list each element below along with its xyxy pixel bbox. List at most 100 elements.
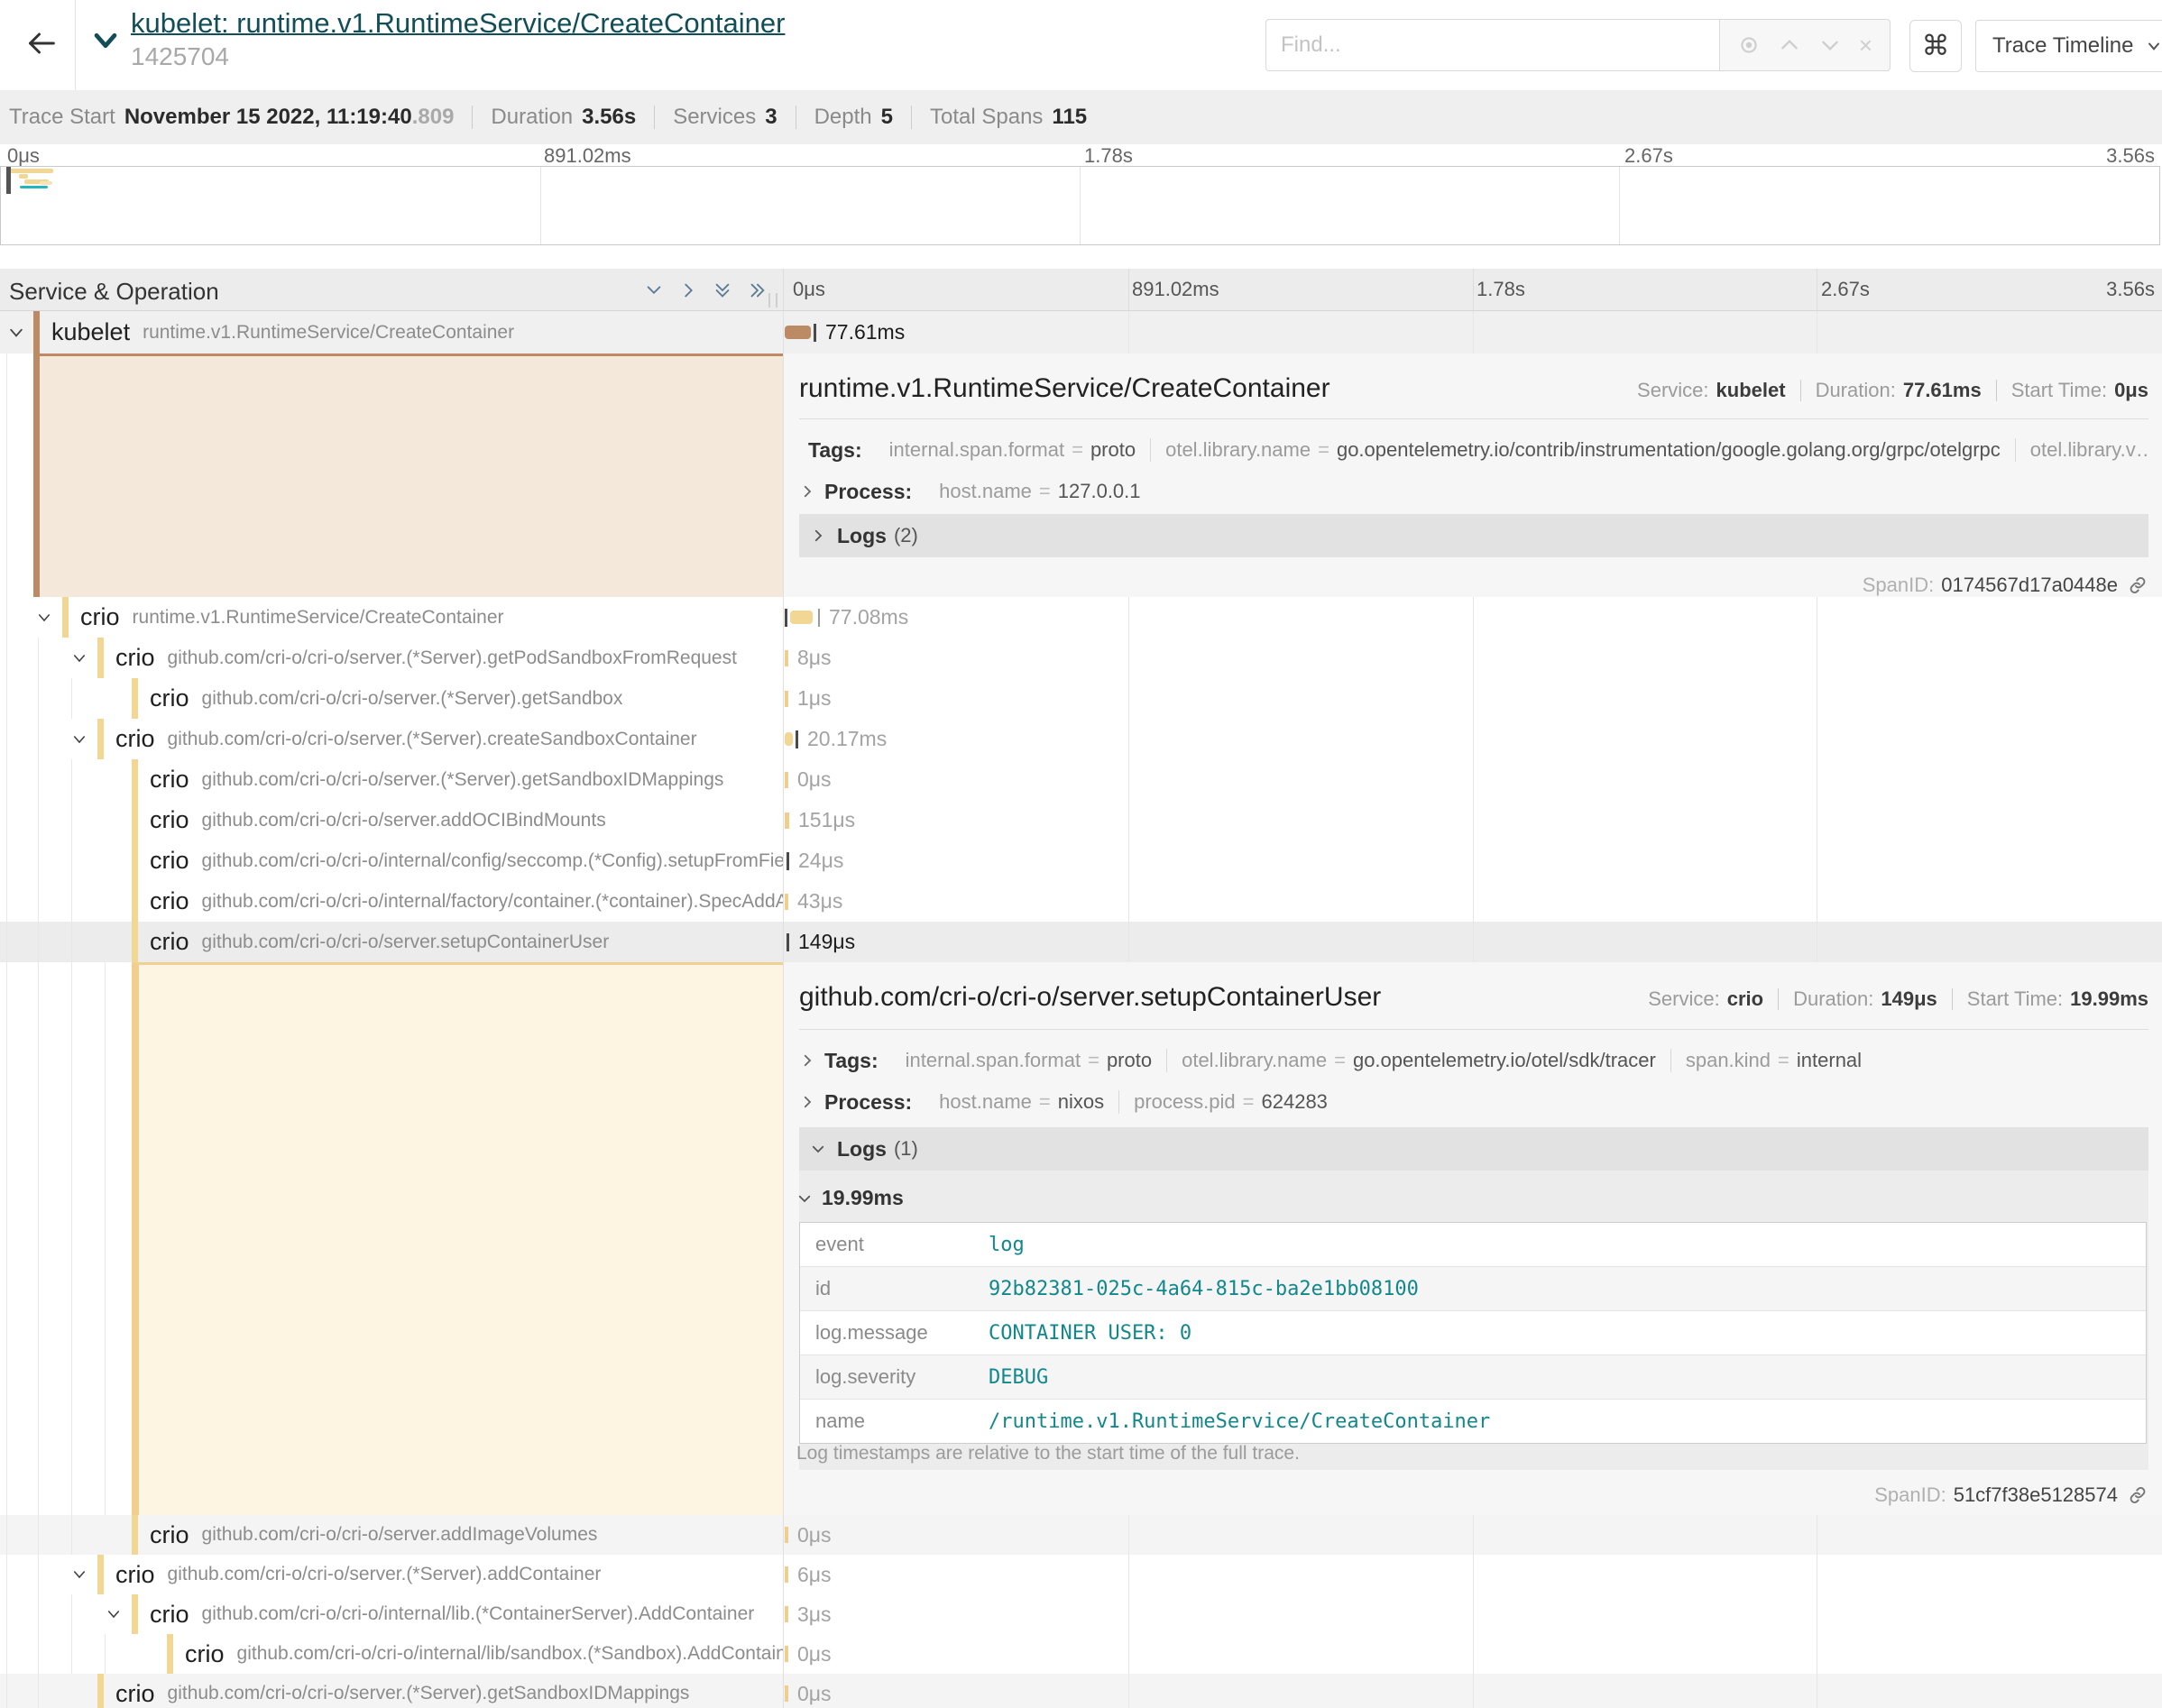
span-row-addcontainer[interactable]: crio github.com/cri-o/cri-o/server.(*Ser… [0,1555,2162,1594]
indent-guide [38,638,39,678]
span-service: crio [150,847,189,875]
chevron-down-icon[interactable] [104,1606,124,1622]
chevron-down-icon[interactable] [34,610,54,626]
start-time-value: 0μs [2114,379,2148,402]
find-input[interactable] [1265,19,1719,71]
indent-guide [71,840,72,881]
link-icon[interactable] [2127,1484,2148,1506]
chevron-right-icon [810,528,826,544]
process-row[interactable]: Process: host.name=127.0.0.1 [799,473,2148,510]
span-service: crio [185,1640,225,1668]
span-row-addocibindmounts[interactable]: crio github.com/cri-o/cri-o/server.addOC… [0,800,2162,840]
span-color-bar [132,840,138,881]
span-row-createsandboxcontainer[interactable]: crio github.com/cri-o/cri-o/server.(*Ser… [0,719,2162,759]
span-row-getpodsandboxfromrequest[interactable]: crio github.com/cri-o/cri-o/server.(*Ser… [0,638,2162,678]
logs-accordion-expanded[interactable]: Logs (1) [799,1127,2148,1171]
tags-row[interactable]: Tags: internal.span.format=proto otel.li… [799,431,2148,469]
span-duration-bar[interactable] [785,1566,788,1583]
log-field-key: log.message [800,1321,989,1345]
next-result-chevron-down-icon[interactable] [1818,33,1842,57]
span-id-value: 51cf7f38e5128574 [1954,1483,2118,1507]
span-duration-bar[interactable] [785,894,788,910]
view-selector-button[interactable]: Trace Timeline [1975,20,2162,72]
link-icon[interactable] [2127,574,2148,596]
chevron-down-icon[interactable] [69,731,89,748]
span-duration-bar[interactable] [785,732,793,746]
span-duration-bar[interactable] [785,1606,788,1622]
expand-all-double-chevron-right-icon[interactable] [745,280,768,300]
span-duration-bar[interactable] [785,813,789,829]
span-duration-bar[interactable] [790,611,813,624]
indent-guide [6,597,7,638]
tags-row[interactable]: Tags: internal.span.format=proto otel.li… [799,1042,2148,1079]
span-timeline-cell: 20.17ms [783,719,2162,759]
logs-accordion[interactable]: Logs (2) [799,514,2148,557]
ruler-tick: 3.56s [2106,278,2155,301]
span-color-bar [97,1674,104,1708]
chevron-down-icon[interactable] [69,650,89,666]
header-divider [75,0,76,90]
indent-guide [38,1594,39,1634]
minimap-span-bar [40,181,52,185]
chevron-down-icon[interactable] [69,1566,89,1583]
span-duration-bar[interactable] [787,933,789,951]
expand-one-chevron-right-icon[interactable] [676,280,700,300]
chevron-down-icon[interactable] [5,324,27,342]
span-duration-bar[interactable] [785,1527,788,1543]
prev-result-chevron-up-icon[interactable] [1778,33,1801,57]
span-row-getsandbox[interactable]: crio github.com/cri-o/cri-o/server.(*Ser… [0,678,2162,719]
span-row-lib-addcontainer[interactable]: crio github.com/cri-o/cri-o/internal/lib… [0,1594,2162,1634]
span-duration-bar[interactable] [785,1646,788,1662]
trace-minimap[interactable] [0,166,2160,245]
span-row-crio-createcontainer[interactable]: crio runtime.v1.RuntimeService/CreateCon… [0,597,2162,638]
span-timeline-cell: 8μs [783,638,2162,678]
span-color-bar [97,719,104,759]
start-time-label: Start Time: [2011,379,2107,402]
span-row-seccomp-setupfromfield[interactable]: crio github.com/cri-o/cri-o/internal/con… [0,840,2162,881]
span-duration-label: 149μs [798,930,855,954]
indent-guide [38,719,39,759]
keyboard-shortcuts-button[interactable]: ⌘ [1909,20,1962,72]
indent-guide [38,678,39,719]
collapse-trace-chevron-down-icon[interactable] [88,25,123,60]
minimap-tick: 1.78s [1084,144,1133,168]
process-row[interactable]: Process: host.name=nixos process.pid=624… [799,1083,2148,1121]
span-row-specaddannotations[interactable]: crio github.com/cri-o/cri-o/internal/fac… [0,881,2162,922]
log-timestamps-note: Log timestamps are relative to the start… [796,1443,1300,1465]
collapse-all-double-chevron-down-icon[interactable] [711,280,734,300]
log-entry-header[interactable]: 19.99ms [796,1186,904,1210]
span-row-getsandboxidmappings-2[interactable]: crio github.com/cri-o/cri-o/server.(*Ser… [0,1674,2162,1708]
minimap-scrubber-handle[interactable] [6,167,11,194]
span-service: crio [150,806,189,834]
span-duration-bar[interactable] [785,650,788,666]
span-detail-kubelet: runtime.v1.RuntimeService/CreateContaine… [0,354,2162,597]
span-timeline-cell: 3μs [783,1594,2162,1634]
span-service: crio [150,1521,189,1549]
span-color-bar [132,881,138,922]
span-duration-bar[interactable] [787,852,789,870]
span-duration-bar[interactable] [785,326,811,339]
service-value: crio [1727,987,1763,1011]
span-row-kubelet-createcontainer[interactable]: kubelet runtime.v1.RuntimeService/Create… [0,311,2162,354]
duration-value: 77.61ms [1903,379,1982,402]
span-row-setupcontaineruser-selected[interactable]: crio github.com/cri-o/cri-o/server.setup… [0,922,2162,962]
duration-value: 3.56s [582,105,636,130]
span-row-getsandboxidmappings[interactable]: crio github.com/cri-o/cri-o/server.(*Ser… [0,759,2162,800]
log-field-row: id 92b82381-025c-4a64-815c-ba2e1bb08100 [800,1267,2146,1311]
collapse-one-chevron-down-icon[interactable] [642,280,666,300]
span-operation: runtime.v1.RuntimeService/CreateContaine… [143,322,514,344]
column-resizer-grip[interactable] [768,293,777,308]
span-row-sandbox-addcontainer[interactable]: crio github.com/cri-o/cri-o/internal/lib… [0,1634,2162,1674]
clear-search-icon[interactable]: × [1859,33,1872,57]
indent-guide [105,962,106,1515]
trace-title-link[interactable]: kubelet: runtime.v1.RuntimeService/Creat… [131,7,785,40]
span-duration-bar[interactable] [785,772,788,788]
span-duration-bar[interactable] [785,1685,788,1702]
indent-guide [6,800,7,840]
back-button[interactable] [16,22,67,69]
span-duration-bar[interactable] [785,691,788,707]
trace-id: 1425704 [131,42,785,71]
locate-icon[interactable] [1737,33,1761,57]
span-row-addimagevolumes[interactable]: crio github.com/cri-o/cri-o/server.addIm… [0,1515,2162,1555]
trace-start-label: Trace Start [9,105,115,130]
